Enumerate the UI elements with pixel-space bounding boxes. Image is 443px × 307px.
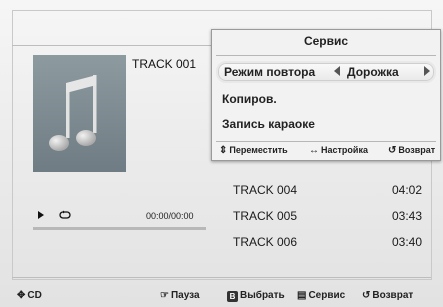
footer-back: ↺ Возврат (388, 145, 435, 156)
source-label: CD (27, 290, 42, 301)
pause-key-icon: ☞ (160, 290, 169, 301)
pause-button[interactable]: ☞ Пауза (160, 290, 200, 301)
updown-arrows-icon: ⇕ (219, 145, 228, 156)
option-label: Копиров. (222, 92, 277, 106)
select-button[interactable]: B Выбрать (227, 290, 285, 302)
arrow-right-icon[interactable] (424, 66, 430, 76)
track-row[interactable]: TRACK 006 03:40 (214, 231, 424, 253)
bottom-bar: ✥ CD ☞ Пауза B Выбрать ▤ Сервис ↺ Возврат (0, 282, 443, 307)
track-row[interactable]: TRACK 004 04:02 (214, 179, 424, 201)
return-icon: ↺ (362, 290, 371, 301)
arrow-left-icon[interactable] (334, 66, 340, 76)
track-row[interactable]: TRACK 005 03:43 (214, 205, 424, 227)
tools-icon: ▤ (297, 290, 307, 301)
footer-back-label: Возврат (398, 145, 436, 155)
album-art (33, 55, 126, 172)
popup-divider (216, 141, 436, 142)
navigation-icon: ✥ (17, 290, 26, 301)
track-name: TRACK 006 (233, 235, 298, 249)
footer-adjust-label: Настройка (321, 145, 368, 155)
progress-bar[interactable] (33, 227, 206, 230)
current-track-title: TRACK 001 (132, 57, 197, 71)
service-popup: Сервис Режим повтора Дорожка Копиров. За… (211, 29, 441, 161)
track-duration: 04:02 (391, 183, 422, 197)
option-label: Режим повтора (224, 65, 316, 79)
back-label: Возврат (372, 290, 414, 301)
back-button[interactable]: ↺ Возврат (362, 290, 413, 301)
popup-divider (216, 55, 436, 56)
divider-bottom (12, 277, 431, 278)
popup-title: Сервис (303, 34, 349, 48)
pause-label: Пауза (170, 290, 200, 301)
leftright-arrows-icon: ↔ (309, 145, 319, 156)
option-karaoke-record[interactable]: Запись караоке (216, 113, 436, 135)
playback-time: 00:00/00:00 (146, 211, 194, 221)
service-button[interactable]: ▤ Сервис (297, 290, 345, 301)
return-icon: ↺ (388, 145, 397, 156)
track-name: TRACK 005 (233, 209, 298, 223)
option-copy[interactable]: Копиров. (216, 88, 436, 110)
music-note-icon (49, 75, 97, 151)
repeat-icon[interactable] (58, 210, 72, 223)
option-label: Запись караоке (222, 117, 315, 131)
footer-adjust: ↔ Настройка (309, 145, 368, 156)
option-repeat-mode[interactable]: Режим повтора Дорожка (216, 61, 436, 83)
service-label: Сервис (308, 290, 346, 301)
footer-move: ⇕ Переместить (219, 145, 288, 156)
popup-footer: ⇕ Переместить ↔ Настройка ↺ Возврат (212, 143, 440, 159)
play-icon[interactable] (37, 210, 45, 223)
b-key-icon: B (227, 291, 238, 302)
footer-move-label: Переместить (229, 145, 288, 155)
option-value: Дорожка (347, 65, 399, 79)
select-label: Выбрать (240, 290, 285, 301)
track-duration: 03:40 (391, 235, 422, 249)
source-indicator: ✥ CD (17, 290, 42, 301)
track-name: TRACK 004 (233, 183, 298, 197)
track-duration: 03:43 (391, 209, 422, 223)
